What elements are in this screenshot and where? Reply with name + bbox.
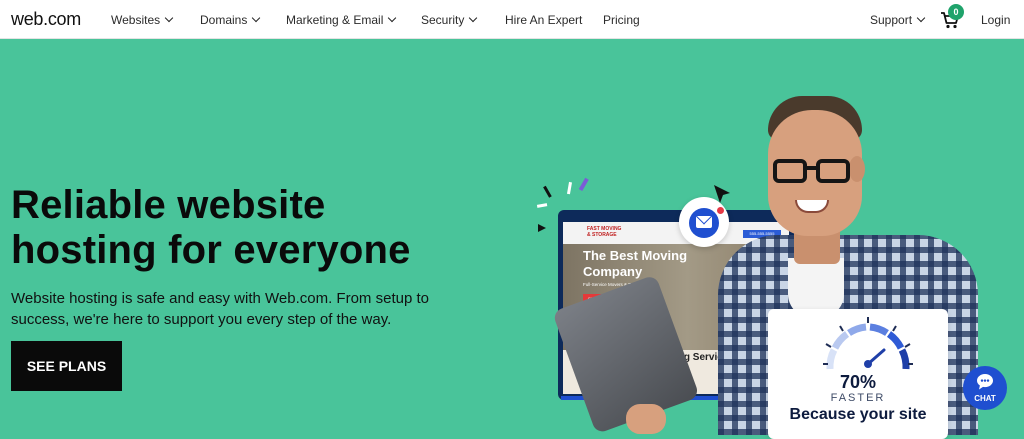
person-hand (626, 404, 666, 434)
hero-subtext: Website hosting is safe and easy with We… (11, 288, 511, 330)
hero-headline-line2: hosting for everyone (11, 228, 411, 272)
top-navbar: web.com Websites Domains Marketing & Ema… (0, 0, 1024, 39)
notification-dot (716, 206, 725, 215)
chat-button[interactable]: CHAT (963, 366, 1007, 410)
preview-title-line1: The Best Moving (583, 248, 688, 263)
preview-logo-line2: & STORAGE (587, 232, 617, 238)
hero-subtext-line2: success, we're here to support you every… (11, 311, 392, 328)
person-ear (849, 156, 865, 182)
chevron-down-icon (469, 13, 478, 23)
nav-domains[interactable]: Domains (200, 13, 261, 27)
nav-websites-label: Websites (111, 13, 161, 27)
glasses-right-lens (816, 159, 850, 183)
hero-headline: Reliable website hosting for everyone (11, 183, 511, 273)
preview-logo: FAST MOVING & STORAGE (587, 226, 621, 238)
preview-title: The Best Moving Company (583, 248, 723, 280)
chevron-down-icon (252, 13, 261, 23)
speed-because-text: Because your site (789, 406, 927, 423)
hero-subtext-line1: Website hosting is safe and easy with We… (11, 290, 429, 307)
nav-marketing-email[interactable]: Marketing & Email (286, 13, 397, 27)
nav-websites[interactable]: Websites (111, 13, 174, 27)
cursor-arrow-icon (714, 185, 730, 203)
speed-value: 70% (839, 372, 877, 392)
see-plans-button[interactable]: SEE PLANS (11, 341, 122, 391)
nav-marketing-email-label: Marketing & Email (286, 13, 384, 27)
chat-bubble-icon (977, 374, 993, 390)
chevron-down-icon (916, 13, 926, 23)
nav-support[interactable]: Support (870, 13, 926, 27)
speedometer-icon (823, 317, 913, 370)
envelope-icon (696, 216, 712, 228)
chat-label: CHAT (974, 394, 996, 403)
nav-domains-label: Domains (200, 13, 248, 27)
nav-support-label: Support (870, 13, 913, 27)
glasses-left-lens (773, 159, 807, 183)
hero-headline-line1: Reliable website (11, 183, 326, 227)
nav-security[interactable]: Security (421, 13, 478, 27)
nav-hire-an-expert[interactable]: Hire An Expert (505, 13, 582, 27)
nav-pricing[interactable]: Pricing (603, 13, 640, 27)
speed-faster-label: FASTER (830, 392, 886, 404)
nav-login[interactable]: Login (981, 13, 1010, 27)
cart-count-badge: 0 (948, 4, 964, 20)
glasses-bridge (807, 166, 817, 170)
chevron-down-icon (164, 13, 174, 23)
chevron-down-icon (388, 13, 397, 23)
nav-security-label: Security (421, 13, 465, 27)
site-logo[interactable]: web.com (11, 9, 81, 30)
